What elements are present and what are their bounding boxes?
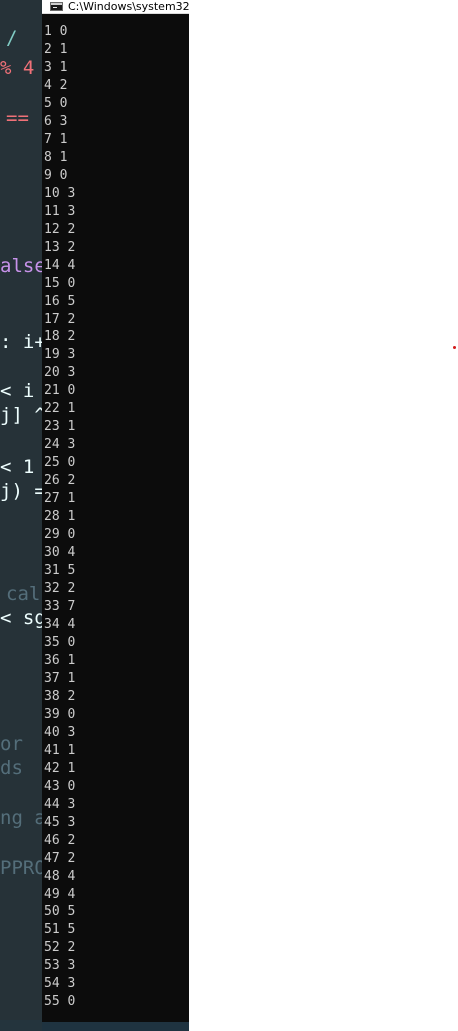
output-line: 20 3 [44,365,76,381]
output-line: 49 4 [44,886,76,902]
code-line: % 4 [0,57,35,79]
output-line: 3 1 [44,59,68,75]
output-line: 14 4 [44,257,76,273]
output-line: 28 1 [44,509,76,525]
output-line: 43 0 [44,778,76,794]
output-line: 1 0 [44,24,68,39]
output-line: 24 3 [44,437,76,453]
output-line: 12 2 [44,221,76,237]
output-line: 25 0 [44,455,76,471]
output-line: 48 4 [44,868,76,884]
output-line: 40 3 [44,724,76,740]
output-line: 31 5 [44,563,76,579]
output-line: 27 1 [44,491,76,507]
output-line: 4 2 [44,77,68,93]
output-line: 16 5 [44,293,76,309]
output-line: 2 1 [44,41,68,57]
output-line: 44 3 [44,796,76,812]
output-line: 13 2 [44,239,76,255]
cursor-dot [453,346,456,349]
output-line: 41 1 [44,742,76,758]
output-line: 11 3 [44,203,76,219]
cmd-icon [50,2,63,11]
output-line: 23 1 [44,419,76,435]
editor-status-strip [0,1020,42,1031]
output-line: 47 2 [44,850,76,866]
output-line: 22 1 [44,401,76,417]
output-line: 15 0 [44,275,76,291]
code-line: j) = [0,480,42,502]
output-line: 34 4 [44,616,76,632]
output-line: 6 3 [44,113,68,129]
output-line: 37 1 [44,670,76,686]
code-line: : i+ [0,331,42,353]
code-editor-panel: / % 4 == alse : i+ < i j] ^ < 1 j) = cal < sg or ds n… [0,0,42,1031]
code-line: ds [0,757,23,779]
output-line: 51 5 [44,922,76,938]
output-line: 52 2 [44,940,76,956]
output-line: 38 2 [44,688,76,704]
output-line: 21 0 [44,383,76,399]
code-line: < sg [0,607,42,629]
code-line: < 1 [0,456,35,478]
output-line: 30 4 [44,545,76,561]
code-line: < i [0,380,35,402]
output-line: 19 3 [44,347,76,363]
code-line: ng a [0,807,42,829]
output-line: 33 7 [44,599,76,614]
output-line: 35 0 [44,634,76,650]
output-line: 29 0 [44,527,76,543]
output-line: 18 2 [44,329,76,345]
output-line: 55 0 [44,994,76,1010]
output-line: 53 3 [44,958,76,974]
code-line: j] ^ [0,404,42,426]
output-line: 42 1 [44,760,76,776]
output-line: 36 1 [44,652,76,668]
output-line: 54 3 [44,976,76,992]
output-line: 45 3 [44,814,76,830]
output-line: 5 0 [44,95,68,111]
console-window[interactable]: C:\Windows\system32\cmd.exe 1 0 2 1 3 1 4 2… [42,0,189,1022]
code-line: / [6,27,18,49]
output-line: 32 2 [44,581,76,597]
code-line: alse [0,255,42,277]
console-output: 1 02 13 14 25 06 37 18 19 0 10 3 11 3 12 21… [44,23,75,1011]
code-line: == [6,107,29,129]
taskbar-strip [42,1022,189,1031]
output-line: 26 2 [44,473,76,489]
window-title: C:\Windows\system32\cmd.exe [68,0,189,13]
output-line: 50 5 [44,904,76,920]
code-line: PPRO [0,857,42,879]
output-line: 10 3 [44,185,76,201]
output-line: 7 1 [44,131,68,147]
output-line: 9 0 [44,167,68,183]
output-line: 39 0 [44,706,76,722]
code-line: or [0,733,23,755]
console-title-bar[interactable]: C:\Windows\system32\cmd.exe [42,0,189,14]
code-line: cal [6,583,41,605]
output-line: 46 2 [44,832,76,848]
output-line: 17 2 [44,311,76,327]
output-line: 8 1 [44,149,68,165]
